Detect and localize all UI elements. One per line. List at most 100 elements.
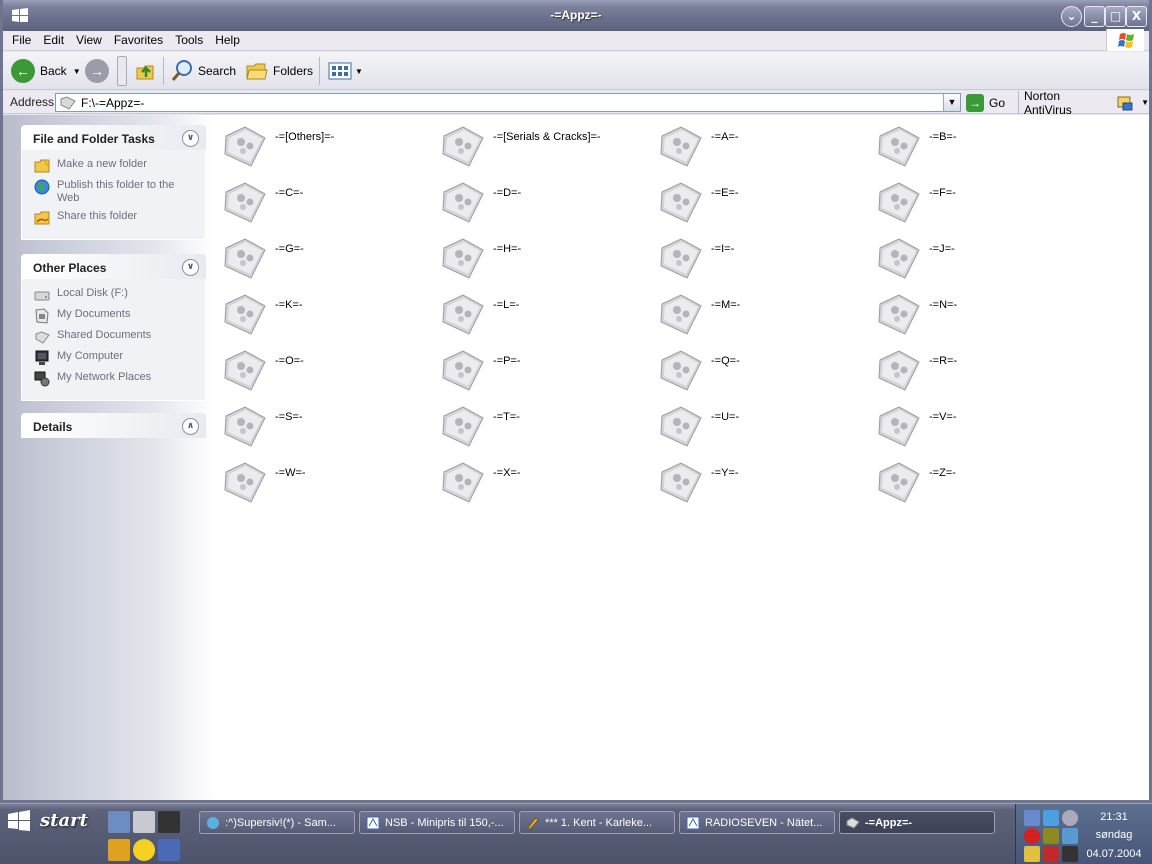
folder-item[interactable]: -=R=- xyxy=(875,345,1085,395)
display-tray-icon[interactable] xyxy=(1062,846,1078,862)
views-button[interactable]: ▼ xyxy=(328,56,363,86)
folder-item[interactable]: -=[Serials & Cracks]=- xyxy=(439,121,649,171)
details-header[interactable]: Details ∧ xyxy=(21,413,206,438)
menu-view[interactable]: View xyxy=(70,31,108,47)
window-options-button[interactable]: ⌄ xyxy=(1061,6,1082,27)
folder-item[interactable]: -=K=- xyxy=(221,289,431,339)
up-folder-button[interactable] xyxy=(135,56,157,86)
quicklaunch-explorer-icon[interactable] xyxy=(158,839,180,861)
mail-tray-icon[interactable] xyxy=(1043,846,1059,862)
collapse-chevron-icon[interactable]: ∨ xyxy=(182,130,199,147)
search-button[interactable]: Search xyxy=(170,56,236,86)
quicklaunch-messenger-icon[interactable] xyxy=(108,811,130,833)
forward-dropdown[interactable] xyxy=(117,56,127,86)
task-share-folder[interactable]: Share this folder xyxy=(34,210,199,226)
folder-item[interactable]: -=E=- xyxy=(657,177,867,227)
place-my-computer[interactable]: My Computer xyxy=(34,350,199,366)
utility-tray-icon[interactable] xyxy=(1043,828,1059,844)
start-button[interactable]: start xyxy=(0,804,100,837)
place-my-documents[interactable]: My Documents xyxy=(34,308,199,324)
menu-bar: File Edit View Favorites Tools Help xyxy=(3,29,1149,51)
file-folder-tasks-header[interactable]: File and Folder Tasks ∨ xyxy=(21,125,206,150)
quicklaunch-desktop-icon[interactable] xyxy=(133,811,155,833)
antivirus-tray-icon[interactable] xyxy=(1024,828,1040,844)
shared-documents-icon xyxy=(34,329,50,345)
task-button-chat[interactable]: :^)Supersiv!(*) - Sam... xyxy=(199,811,355,834)
menu-favorites[interactable]: Favorites xyxy=(108,31,169,47)
folder-item[interactable]: -=Q=- xyxy=(657,345,867,395)
folder-label: -=A=- xyxy=(711,131,739,143)
go-button[interactable]: → Go xyxy=(966,93,1005,112)
folder-item[interactable]: -=M=- xyxy=(657,289,867,339)
folder-item[interactable]: -=D=- xyxy=(439,177,649,227)
folder-item[interactable]: -=X=- xyxy=(439,457,649,507)
volume-tray-icon[interactable] xyxy=(1062,810,1078,826)
folder-item[interactable]: -=L=- xyxy=(439,289,649,339)
folder-item[interactable]: -=A=- xyxy=(657,121,867,171)
folder-item[interactable]: -=W=- xyxy=(221,457,431,507)
other-places-panel: Other Places ∨ Local Disk (F:) My Docume… xyxy=(21,254,206,401)
menu-file[interactable]: File xyxy=(3,31,37,47)
folder-item[interactable]: -=J=- xyxy=(875,233,1085,283)
task-publish-folder-web[interactable]: Publish this folder to the Web xyxy=(34,179,199,205)
task-button-kent[interactable]: *** 1. Kent - Karleke... xyxy=(519,811,675,834)
task-make-new-folder[interactable]: Make a new folder xyxy=(34,158,199,174)
folder-item[interactable]: -=H=- xyxy=(439,233,649,283)
menu-tools[interactable]: Tools xyxy=(169,31,209,47)
folder-item[interactable]: -=Y=- xyxy=(657,457,867,507)
place-shared-documents[interactable]: Shared Documents xyxy=(34,329,199,345)
norton-dropdown-icon[interactable]: ▼ xyxy=(1141,98,1149,107)
place-local-disk[interactable]: Local Disk (F:) xyxy=(34,287,199,303)
folder-item[interactable]: -=F=- xyxy=(875,177,1085,227)
folder-item[interactable]: -=S=- xyxy=(221,401,431,451)
task-button-nsb[interactable]: NSB - Minipris til 150,-... xyxy=(359,811,515,834)
folder-item[interactable]: -=[Others]=- xyxy=(221,121,431,171)
norton-tray-icon[interactable] xyxy=(1024,846,1040,862)
folder-item[interactable]: -=T=- xyxy=(439,401,649,451)
folder-icon xyxy=(660,182,702,223)
back-dropdown-icon[interactable]: ▼ xyxy=(73,67,81,76)
folder-item[interactable]: -=B=- xyxy=(875,121,1085,171)
folder-item[interactable]: -=O=- xyxy=(221,345,431,395)
folder-item[interactable]: -=N=- xyxy=(875,289,1085,339)
close-button[interactable]: X xyxy=(1126,6,1147,27)
place-my-network-places[interactable]: My Network Places xyxy=(34,371,199,387)
quicklaunch-media-player-icon[interactable] xyxy=(133,839,155,861)
task-label: *** 1. Kent - Karleke... xyxy=(545,816,652,829)
folder-label: -=G=- xyxy=(275,243,304,255)
quicklaunch-computer-icon[interactable] xyxy=(158,811,180,833)
folder-item[interactable]: -=I=- xyxy=(657,233,867,283)
maximize-button[interactable]: □ xyxy=(1105,6,1126,27)
views-icon xyxy=(328,62,352,80)
folder-item[interactable]: -=U=- xyxy=(657,401,867,451)
back-button[interactable]: ← Back ▼ xyxy=(11,56,81,86)
folder-item[interactable]: -=V=- xyxy=(875,401,1085,451)
address-input[interactable]: F:\-=Appz=- ▼ xyxy=(55,93,961,112)
task-button-appz[interactable]: -=Appz=- xyxy=(839,811,995,834)
folder-item[interactable]: -=G=- xyxy=(221,233,431,283)
folder-item[interactable]: -=C=- xyxy=(221,177,431,227)
folder-item[interactable]: -=P=- xyxy=(439,345,649,395)
expand-chevron-icon[interactable]: ∧ xyxy=(182,418,199,435)
network-tray-icon[interactable] xyxy=(1024,810,1040,826)
collapse-chevron-icon[interactable]: ∨ xyxy=(182,259,199,276)
quicklaunch-pencil-icon[interactable] xyxy=(108,839,130,861)
messenger-tray-icon[interactable] xyxy=(1043,810,1059,826)
menu-edit[interactable]: Edit xyxy=(37,31,70,47)
norton-antivirus-toolbar[interactable]: Norton AntiVirus ▼ xyxy=(1018,89,1149,117)
folder-item[interactable]: -=Z=- xyxy=(875,457,1085,507)
folder-label: -=[Serials & Cracks]=- xyxy=(493,131,601,143)
task-button-radioseven[interactable]: RADIOSEVEN - Nätet... xyxy=(679,811,835,834)
chat-icon xyxy=(206,816,220,830)
title-bar[interactable]: -=Appz=- ⌄ _ □ X xyxy=(3,0,1149,31)
my-computer-icon xyxy=(34,350,50,366)
forward-button[interactable]: → xyxy=(85,56,109,86)
clock-time[interactable]: 21:31 xyxy=(1084,811,1144,823)
folders-button[interactable]: Folders xyxy=(245,56,313,86)
sync-tray-icon[interactable] xyxy=(1062,828,1078,844)
minimize-button[interactable]: _ xyxy=(1084,6,1105,27)
address-dropdown-icon[interactable]: ▼ xyxy=(943,94,960,111)
folder-icon xyxy=(878,238,920,279)
other-places-header[interactable]: Other Places ∨ xyxy=(21,254,206,279)
menu-help[interactable]: Help xyxy=(209,31,246,47)
